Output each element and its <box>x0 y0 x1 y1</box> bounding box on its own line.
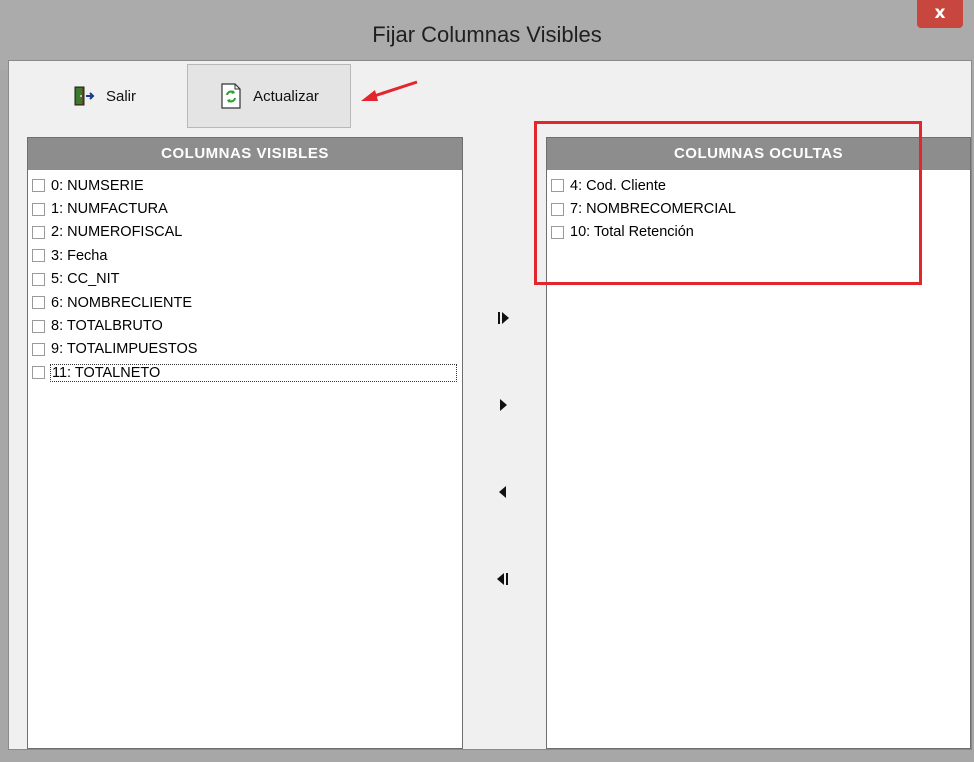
move-all-right-icon <box>498 312 509 324</box>
item-checkbox[interactable] <box>32 342 45 356</box>
item-checkbox[interactable] <box>32 272 45 286</box>
list-item[interactable]: 0: NUMSERIE <box>32 174 462 197</box>
item-checkbox[interactable] <box>551 179 564 193</box>
salir-label: Salir <box>105 87 136 105</box>
move-all-left-button[interactable] <box>483 559 523 599</box>
item-checkbox[interactable] <box>551 225 564 239</box>
visible-columns-items: 0: NUMSERIE 1: NUMFACTURA 2: NUMEROFISCAL 3… <box>28 170 462 385</box>
move-right-icon <box>500 399 507 411</box>
hidden-columns-list[interactable]: COLUMNAS OCULTAS 4: Cod. Cliente 7: NOMBR… <box>546 137 971 749</box>
item-label: 4: Cod. Cliente <box>570 177 666 194</box>
item-label: 10: Total Retención <box>570 224 694 241</box>
list-item[interactable]: 6: NOMBRECLIENTE <box>32 291 462 314</box>
actualizar-label: Actualizar <box>253 87 319 105</box>
list-item[interactable]: 10: Total Retención <box>551 221 970 244</box>
item-label: 3: Fecha <box>51 247 108 264</box>
list-item[interactable]: 3: Fecha <box>32 244 462 267</box>
item-label: 8: TOTALBRUTO <box>51 318 163 335</box>
move-left-button[interactable] <box>483 472 523 512</box>
item-checkbox[interactable] <box>551 202 564 216</box>
annotation-arrow <box>361 80 418 101</box>
item-label: 7: NOMBRECOMERCIAL <box>570 201 736 218</box>
visible-columns-header: COLUMNAS VISIBLES <box>28 138 462 170</box>
hidden-columns-items: 4: Cod. Cliente 7: NOMBRECOMERCIAL 10: Tot… <box>547 170 970 244</box>
list-item[interactable]: 8: TOTALBRUTO <box>32 314 462 337</box>
dialog-window: Fijar Columnas Visibles x Salir Actualiz… <box>0 0 974 762</box>
item-label: 1: NUMFACTURA <box>51 201 168 218</box>
dialog-client-area: Salir Actualizar COLUMNAS VISIBLES 0: NU… <box>8 60 972 750</box>
hidden-columns-header: COLUMNAS OCULTAS <box>547 138 970 170</box>
item-label: 11: TOTALNETO <box>50 363 457 382</box>
toolbar: Salir Actualizar <box>9 61 971 131</box>
list-item[interactable]: 9: TOTALIMPUESTOS <box>32 338 462 361</box>
refresh-icon <box>219 83 243 109</box>
item-checkbox[interactable] <box>32 202 45 216</box>
salir-button[interactable]: Salir <box>29 64 179 128</box>
item-checkbox[interactable] <box>32 296 45 310</box>
item-checkbox[interactable] <box>32 366 45 380</box>
actualizar-button[interactable]: Actualizar <box>187 64 351 128</box>
window-title: Fijar Columnas Visibles <box>372 22 602 47</box>
visible-columns-list[interactable]: COLUMNAS VISIBLES 0: NUMSERIE 1: NUMFACTU… <box>27 137 463 749</box>
move-left-icon <box>499 486 506 498</box>
list-item[interactable]: 1: NUMFACTURA <box>32 197 462 220</box>
close-button[interactable]: x <box>917 0 963 28</box>
list-item[interactable]: 2: NUMEROFISCAL <box>32 221 462 244</box>
list-item[interactable]: 5: CC_NIT <box>32 268 462 291</box>
item-checkbox[interactable] <box>32 319 45 333</box>
list-item[interactable]: 11: TOTALNETO <box>32 361 462 384</box>
list-item[interactable]: 4: Cod. Cliente <box>551 174 970 197</box>
item-label: 2: NUMEROFISCAL <box>51 224 183 241</box>
move-all-right-button[interactable] <box>483 298 523 338</box>
list-item[interactable]: 7: NOMBRECOMERCIAL <box>551 197 970 220</box>
item-checkbox[interactable] <box>32 249 45 263</box>
move-all-left-icon <box>497 573 508 585</box>
item-checkbox[interactable] <box>32 179 45 193</box>
columns-area: COLUMNAS VISIBLES 0: NUMSERIE 1: NUMFACTU… <box>9 133 971 749</box>
exit-door-icon <box>72 85 96 107</box>
move-right-button[interactable] <box>483 385 523 425</box>
item-label: 6: NOMBRECLIENTE <box>51 294 192 311</box>
item-label: 9: TOTALIMPUESTOS <box>51 341 198 358</box>
item-checkbox[interactable] <box>32 225 45 239</box>
item-label: 5: CC_NIT <box>51 271 120 288</box>
item-label: 0: NUMSERIE <box>51 177 144 194</box>
